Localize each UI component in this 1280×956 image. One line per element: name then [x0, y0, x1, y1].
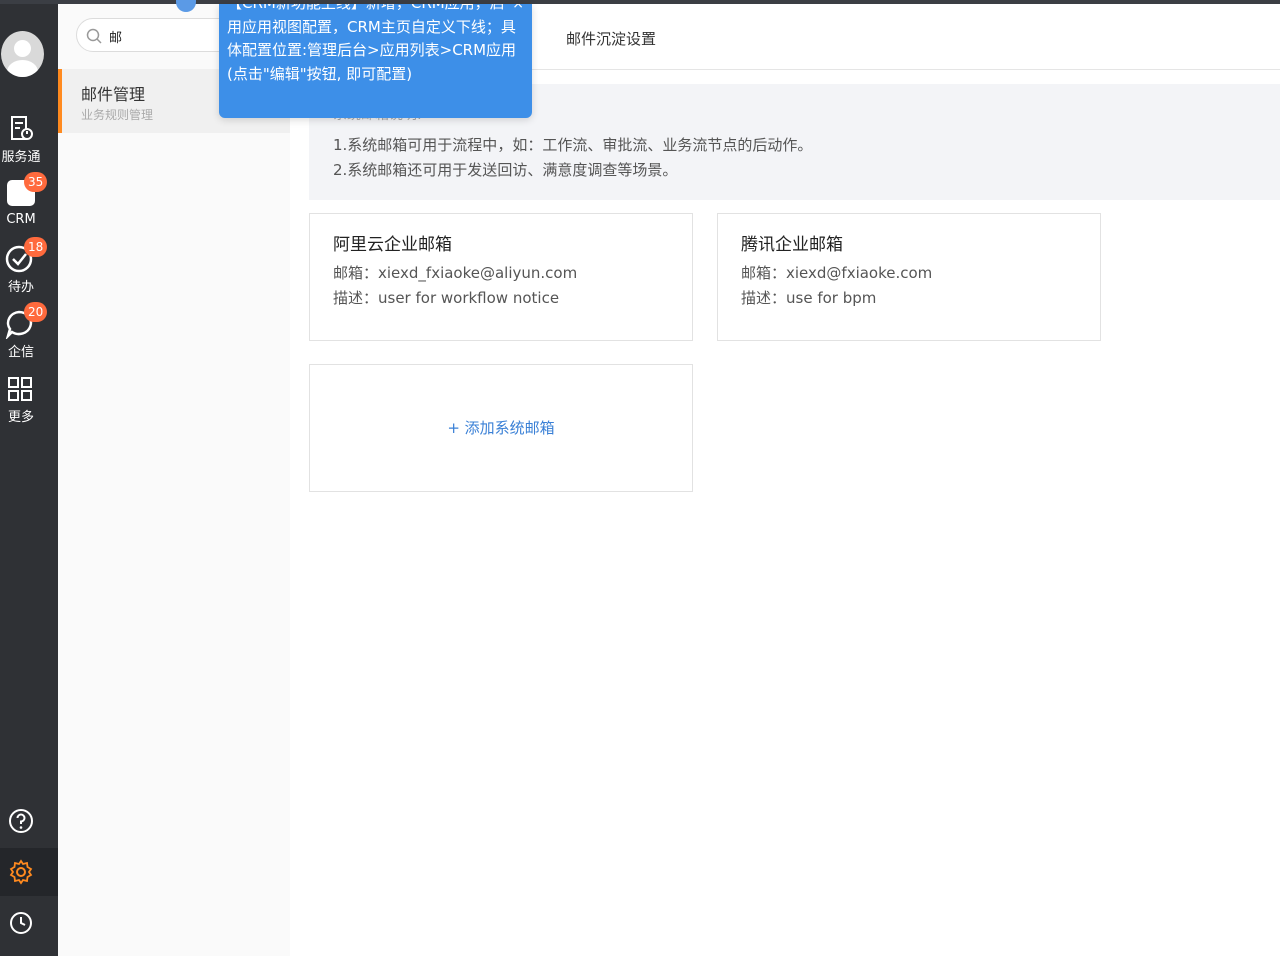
add-mailbox-card[interactable]: + 添加系统邮箱 [309, 364, 693, 492]
crm-badge: 35 [24, 172, 48, 192]
mailbox-email: 邮箱：xiexd@fxiaoke.com [741, 264, 933, 282]
mailbox-desc: 描述：use for bpm [741, 289, 877, 307]
avatar-head-shape [14, 40, 31, 57]
mailbox-name: 阿里云企业邮箱 [333, 235, 452, 255]
sidebar-item-title: 邮件管理 [81, 85, 146, 104]
todo-badge: 18 [24, 237, 48, 257]
mailbox-card-tencent[interactable]: 腾讯企业邮箱 邮箱：xiexd@fxiaoke.com 描述：use for b… [717, 213, 1101, 341]
mailbox-card-aliyun[interactable]: 阿里云企业邮箱 邮箱：xiexd_fxiaoke@aliyun.com 描述：u… [309, 213, 693, 341]
avatar-body-shape [7, 60, 38, 77]
new-feature-tooltip: 【CRM新功能上线】新增，CRM应用，启用应用视图配置，CRM主页自定义下线；具… [219, 4, 532, 118]
tooltip-text: 【CRM新功能上线】新增，CRM应用，启用应用视图配置，CRM主页自定义下线；具… [227, 4, 517, 83]
left-nav-rail: 服务通 CRM 35 待办 18 企信 20 更多 [0, 0, 58, 956]
chat-badge: 20 [24, 302, 48, 322]
settings-nav-item[interactable] [0, 848, 58, 896]
gear-icon [9, 859, 33, 885]
nav-item-service[interactable]: 服务通 [0, 114, 42, 165]
add-system-mailbox-button[interactable]: + 添加系统邮箱 [310, 417, 692, 438]
close-icon[interactable]: × [512, 4, 524, 12]
clock-icon[interactable] [8, 910, 34, 936]
info-line-2: 2.系统邮箱还可用于发送回访、满意度调查等场景。 [333, 161, 678, 179]
search-icon [86, 28, 102, 44]
grid-icon [8, 377, 32, 401]
mailbox-name: 腾讯企业邮箱 [741, 235, 843, 255]
help-icon[interactable] [8, 808, 34, 834]
mailbox-desc: 描述：user for workflow notice [333, 289, 560, 307]
mailbox-email: 邮箱：xiexd_fxiaoke@aliyun.com [333, 264, 578, 282]
tab-mail-archive-settings[interactable]: 邮件沉淀设置 [566, 28, 656, 49]
service-icon [11, 116, 33, 140]
main-content: 箱 邮件沉淀设置 系统邮箱说明: 1.系统邮箱可用于流程中，如：工作流、审批流、… [290, 4, 1280, 956]
nav-label-crm: CRM [6, 212, 36, 227]
nav-label-todo: 待办 [7, 280, 34, 295]
nav-item-more[interactable]: 更多 [0, 376, 42, 425]
nav-label-more: 更多 [7, 410, 34, 425]
sidebar-item-subtitle: 业务规则管理 [81, 108, 154, 122]
avatar[interactable] [1, 31, 44, 77]
settings-side-panel: 邮 邮件管理 业务规则管理 [58, 4, 290, 956]
nav-label-service: 服务通 [1, 150, 41, 165]
search-value: 邮 [109, 31, 123, 46]
info-line-1: 1.系统邮箱可用于流程中，如：工作流、审批流、业务流节点的后动作。 [333, 136, 813, 154]
nav-label-chat: 企信 [7, 345, 34, 360]
